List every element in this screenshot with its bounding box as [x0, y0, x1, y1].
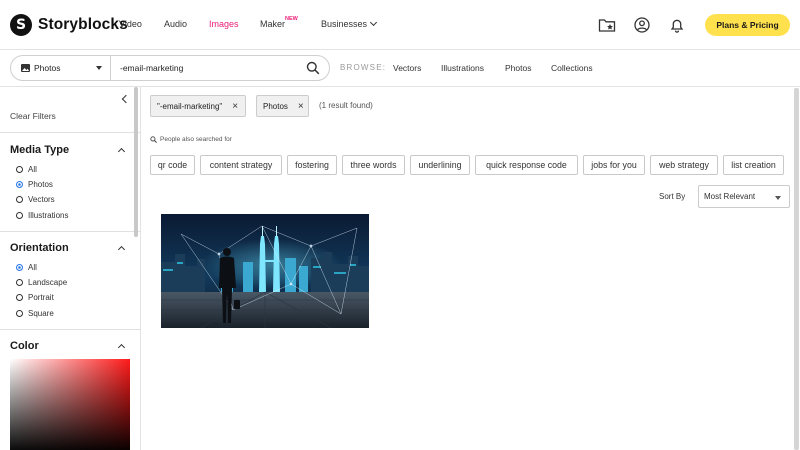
- option-label: All: [28, 263, 37, 272]
- media-type-option-vectors[interactable]: Vectors: [16, 195, 55, 204]
- radio-icon: [16, 294, 23, 301]
- radio-icon: [16, 279, 23, 286]
- nav-video[interactable]: Video: [119, 19, 142, 29]
- caret-down-icon: [775, 196, 781, 200]
- logo-text: Storyblocks: [38, 16, 128, 33]
- clear-filters-link[interactable]: Clear Filters: [10, 111, 56, 121]
- related-tag[interactable]: three words: [342, 155, 405, 175]
- divider: [0, 132, 140, 133]
- chevron-up-icon[interactable]: [117, 147, 126, 156]
- media-type-option-photos[interactable]: Photos: [16, 180, 53, 189]
- option-label: Photos: [28, 180, 53, 189]
- also-searched-label: People also searched for: [150, 136, 232, 143]
- search-icon: [150, 136, 157, 143]
- browse-label: BROWSE:: [340, 63, 387, 72]
- sort-value: Most Relevant: [704, 192, 756, 201]
- radio-selected-icon: [16, 264, 23, 271]
- nav-images[interactable]: Images: [209, 19, 239, 29]
- related-tag[interactable]: qr code: [150, 155, 195, 175]
- related-tag[interactable]: quick response code: [475, 155, 578, 175]
- main-scrollbar[interactable]: [794, 88, 799, 450]
- option-label: Illustrations: [28, 211, 69, 220]
- orientation-title[interactable]: Orientation: [10, 242, 69, 254]
- media-type-option-all[interactable]: All: [16, 165, 37, 174]
- result-image-thumbnail[interactable]: [161, 214, 369, 328]
- caret-down-icon: [96, 66, 102, 70]
- new-badge: NEW: [285, 16, 298, 22]
- search-input[interactable]: [111, 56, 306, 80]
- divider: [0, 231, 140, 232]
- chevron-up-icon[interactable]: [117, 343, 126, 352]
- remove-chip-icon[interactable]: ×: [232, 101, 238, 112]
- nav-audio[interactable]: Audio: [164, 19, 187, 29]
- nav-maker[interactable]: MakerNEW: [260, 16, 298, 29]
- browse-collections-link[interactable]: Collections: [551, 63, 593, 73]
- orientation-option-landscape[interactable]: Landscape: [16, 278, 67, 287]
- media-type-value: Photos: [34, 63, 61, 73]
- divider: [0, 329, 140, 330]
- media-type-title[interactable]: Media Type: [10, 144, 69, 156]
- browse-vectors-link[interactable]: Vectors: [393, 63, 421, 73]
- radio-icon: [16, 196, 23, 203]
- photo-icon: [21, 64, 30, 72]
- filter-sidebar: Clear Filters Media Type All Photos Vect…: [0, 87, 141, 450]
- also-searched-text: People also searched for: [160, 136, 232, 143]
- filter-chip-query: "-email-marketing" ×: [150, 95, 246, 117]
- media-type-option-illustrations[interactable]: Illustrations: [16, 211, 68, 220]
- favorites-folder-icon[interactable]: [598, 16, 616, 34]
- account-icon[interactable]: [633, 16, 651, 34]
- sort-by-label: Sort By: [659, 192, 686, 201]
- chevron-down-icon: [369, 18, 378, 27]
- search-icon[interactable]: [306, 61, 320, 75]
- radio-icon: [16, 212, 23, 219]
- related-tag[interactable]: web strategy: [650, 155, 718, 175]
- sort-select[interactable]: Most Relevant: [698, 185, 790, 208]
- media-type-select[interactable]: Photos: [11, 56, 111, 80]
- nav-businesses[interactable]: Businesses: [321, 18, 378, 29]
- related-tag[interactable]: fostering: [287, 155, 337, 175]
- related-tag[interactable]: list creation: [723, 155, 784, 175]
- storyblocks-logo[interactable]: S Storyblocks: [10, 14, 128, 36]
- color-title[interactable]: Color: [10, 340, 39, 352]
- option-label: All: [28, 165, 37, 174]
- related-tag[interactable]: underlining: [410, 155, 470, 175]
- city-skyline-businessman-image: [161, 214, 369, 328]
- result-count: (1 result found): [319, 101, 373, 110]
- search-box: Photos: [10, 55, 330, 81]
- orientation-option-portrait[interactable]: Portrait: [16, 293, 54, 302]
- related-tag[interactable]: jobs for you: [583, 155, 645, 175]
- remove-chip-icon[interactable]: ×: [298, 101, 304, 112]
- plans-pricing-button[interactable]: Plans & Pricing: [705, 14, 790, 36]
- color-picker[interactable]: [10, 359, 130, 450]
- nav-businesses-label: Businesses: [321, 19, 368, 29]
- nav-maker-label: Maker: [260, 19, 286, 29]
- browse-illustrations-link[interactable]: Illustrations: [441, 63, 484, 73]
- browse-photos-link[interactable]: Photos: [505, 63, 531, 73]
- orientation-option-square[interactable]: Square: [16, 309, 54, 318]
- radio-selected-icon: [16, 181, 23, 188]
- chip-label: "-email-marketing": [157, 101, 223, 111]
- related-tag[interactable]: content strategy: [200, 155, 282, 175]
- option-label: Square: [28, 309, 54, 318]
- collapse-sidebar-icon[interactable]: [121, 94, 131, 104]
- sidebar-scrollbar[interactable]: [134, 87, 138, 237]
- radio-icon: [16, 166, 23, 173]
- chevron-up-icon[interactable]: [117, 245, 126, 254]
- orientation-option-all[interactable]: All: [16, 263, 37, 272]
- option-label: Portrait: [28, 293, 54, 302]
- bell-icon[interactable]: [668, 16, 686, 34]
- filter-chip-photos: Photos ×: [256, 95, 309, 117]
- logo-mark-icon: S: [10, 14, 32, 36]
- chip-label: Photos: [263, 101, 288, 111]
- option-label: Vectors: [28, 195, 55, 204]
- radio-icon: [16, 310, 23, 317]
- option-label: Landscape: [28, 278, 68, 287]
- top-header: S Storyblocks Video Audio Images MakerNE…: [0, 0, 800, 50]
